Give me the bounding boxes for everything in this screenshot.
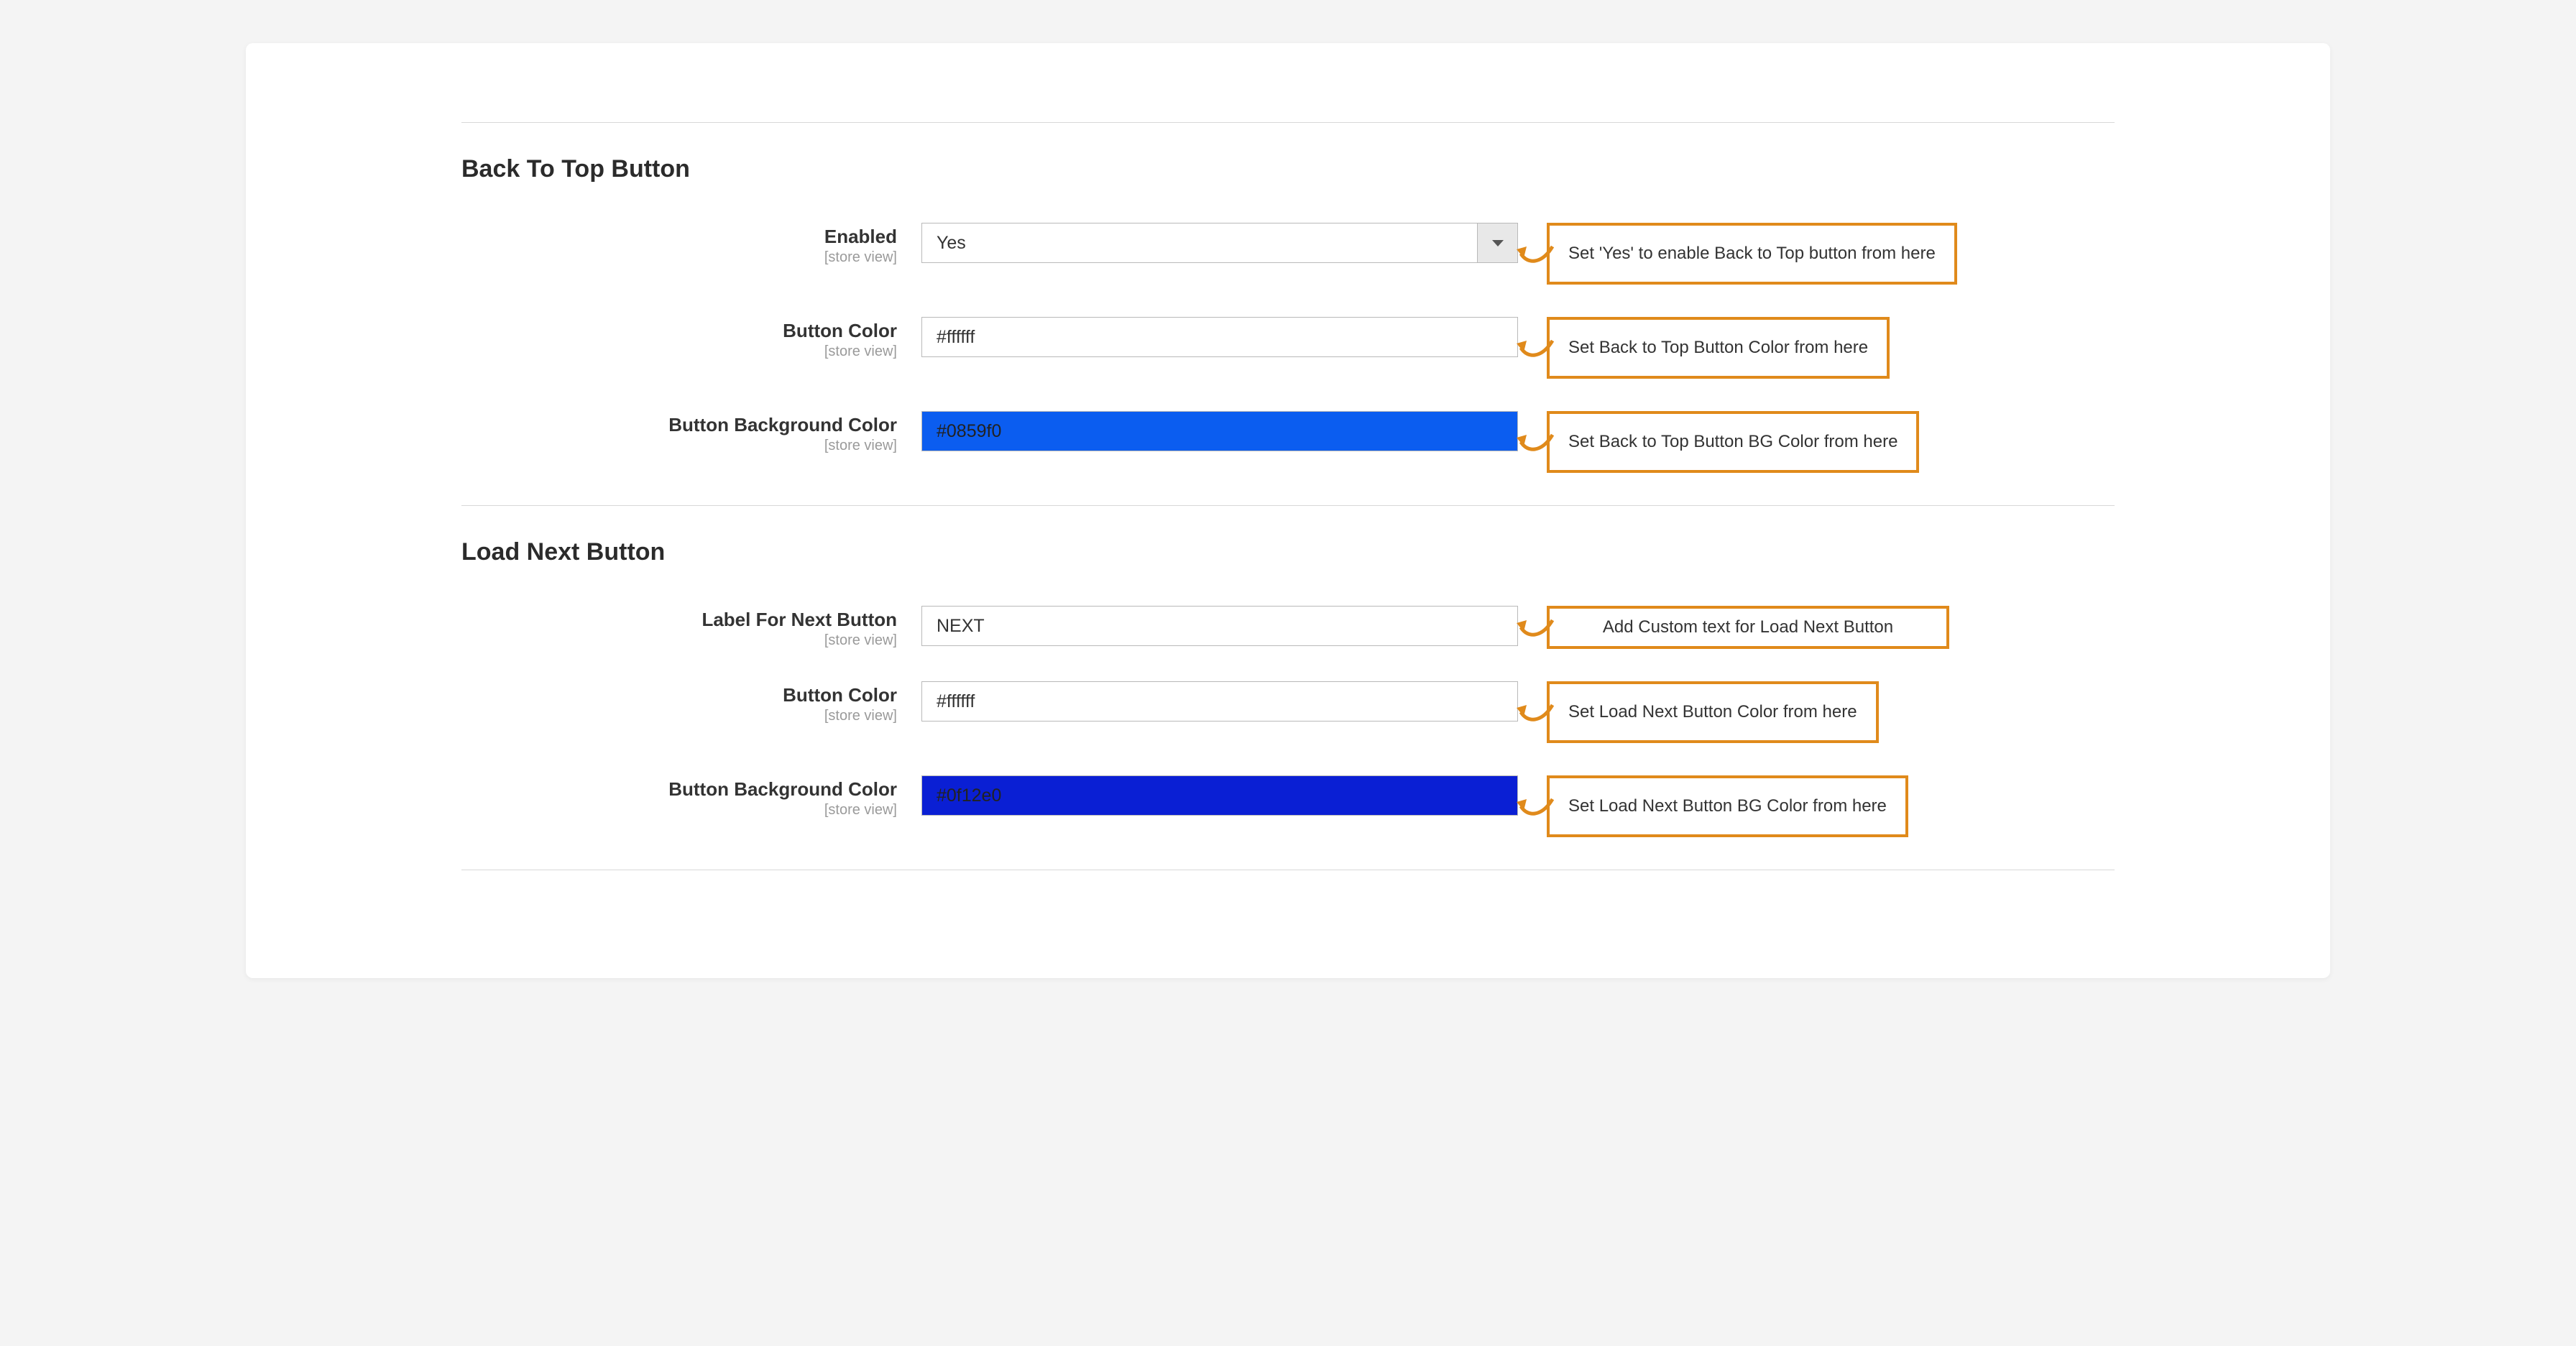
label-text: Button Background Color [461,778,897,801]
field-label: Button Background Color [store view] [461,411,921,454]
label-scope: [store view] [461,438,897,454]
field-row-ln-button-color: Button Color [store view] Set Load Next … [461,681,2115,743]
label-text: Enabled [461,226,897,248]
field-row-label-next: Label For Next Button [store view] Add C… [461,606,2115,649]
input-wrapper: Yes [921,223,1518,263]
annotation-wrapper: Set Back to Top Button Color from here [1547,317,1890,379]
annotation-wrapper: Set Load Next Button BG Color from here [1547,775,1908,837]
field-row-ln-button-bg-color: Button Background Color [store view] Set… [461,775,2115,837]
input-wrapper [921,681,1518,722]
field-row-button-color: Button Color [store view] Set Back to To… [461,317,2115,379]
field-row-enabled: Enabled [store view] Yes Set 'Yes' to en… [461,223,2115,285]
label-text: Button Color [461,684,897,706]
annotation-box: Set 'Yes' to enable Back to Top button f… [1547,223,1957,285]
input-wrapper [921,775,1518,816]
label-scope: [store view] [461,632,897,649]
label-text: Label For Next Button [461,609,897,631]
annotation-wrapper: Set Load Next Button Color from here [1547,681,1879,743]
input-wrapper [921,606,1518,646]
select-value: Yes [937,233,966,254]
annotation-box: Set Load Next Button BG Color from here [1547,775,1908,837]
label-scope: [store view] [461,249,897,266]
label-text: Button Color [461,320,897,342]
config-panel: Back To Top Button Enabled [store view] … [246,43,2330,978]
field-label: Button Color [store view] [461,681,921,724]
label-text: Button Background Color [461,414,897,436]
divider [461,122,2115,123]
input-wrapper [921,317,1518,357]
enabled-select[interactable]: Yes [921,223,1518,263]
label-scope: [store view] [461,344,897,360]
input-wrapper [921,411,1518,451]
field-label: Enabled [store view] [461,223,921,266]
annotation-wrapper: Add Custom text for Load Next Button [1547,606,1949,649]
ln-button-color-input[interactable] [921,681,1518,722]
label-next-input[interactable] [921,606,1518,646]
annotation-box: Set Back to Top Button BG Color from her… [1547,411,1919,473]
label-scope: [store view] [461,802,897,819]
divider [461,505,2115,506]
annotation-box: Add Custom text for Load Next Button [1547,606,1949,649]
field-label: Label For Next Button [store view] [461,606,921,649]
select-handle[interactable] [1477,223,1517,262]
button-bg-color-input[interactable] [921,411,1518,451]
field-label: Button Color [store view] [461,317,921,360]
section-title-load-next: Load Next Button [461,538,2115,566]
section-title-back-to-top: Back To Top Button [461,155,2115,183]
chevron-down-icon [1492,240,1504,246]
button-color-input[interactable] [921,317,1518,357]
annotation-wrapper: Set 'Yes' to enable Back to Top button f… [1547,223,1957,285]
field-label: Button Background Color [store view] [461,775,921,819]
label-scope: [store view] [461,708,897,724]
field-row-button-bg-color: Button Background Color [store view] Set… [461,411,2115,473]
annotation-box: Set Back to Top Button Color from here [1547,317,1890,379]
ln-button-bg-color-input[interactable] [921,775,1518,816]
annotation-box: Set Load Next Button Color from here [1547,681,1879,743]
annotation-wrapper: Set Back to Top Button BG Color from her… [1547,411,1919,473]
